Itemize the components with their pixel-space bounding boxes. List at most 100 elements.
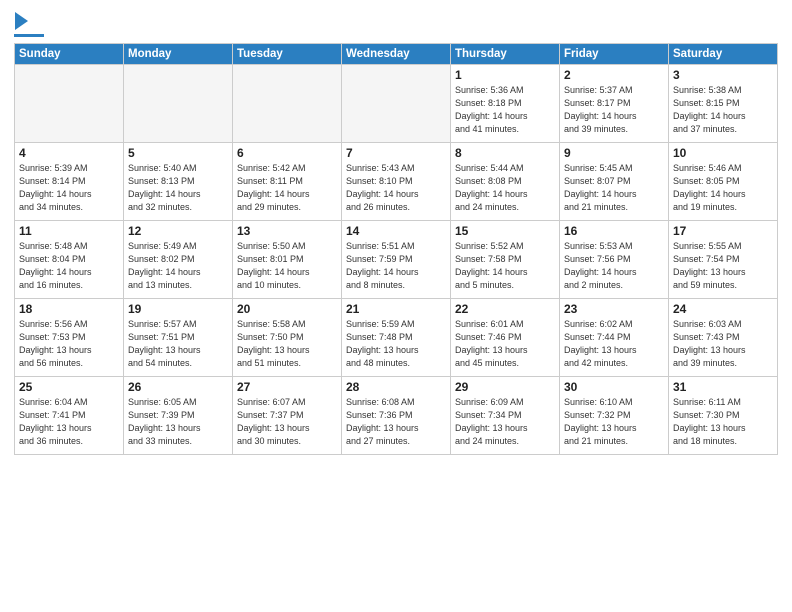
calendar-day-cell: 10 Sunrise: 5:46 AM Sunset: 8:05 PM Dayli…	[669, 143, 778, 221]
calendar-day-cell: 21 Sunrise: 5:59 AM Sunset: 7:48 PM Dayli…	[342, 299, 451, 377]
calendar-day-cell: 25 Sunrise: 6:04 AM Sunset: 7:41 PM Dayli…	[15, 377, 124, 455]
day-number: 22	[455, 302, 555, 316]
calendar-day-cell: 28 Sunrise: 6:08 AM Sunset: 7:36 PM Dayli…	[342, 377, 451, 455]
calendar-day-cell: 20Sunrise: 5:58 AM Sunset: 7:50 PM Dayli…	[233, 299, 342, 377]
calendar-day-cell: 30Sunrise: 6:10 AM Sunset: 7:32 PM Dayli…	[560, 377, 669, 455]
day-info: Sunrise: 5:58 AM Sunset: 7:50 PM Dayligh…	[237, 318, 337, 370]
day-info: Sunrise: 6:01 AM Sunset: 7:46 PM Dayligh…	[455, 318, 555, 370]
day-info: Sunrise: 5:53 AM Sunset: 7:56 PM Dayligh…	[564, 240, 664, 292]
calendar-day-cell: 13 Sunrise: 5:50 AM Sunset: 8:01 PM Dayli…	[233, 221, 342, 299]
day-number: 18	[19, 302, 119, 316]
day-info: Sunrise: 6:04 AM Sunset: 7:41 PM Dayligh…	[19, 396, 119, 448]
day-number: 23	[564, 302, 664, 316]
calendar-day-cell	[15, 65, 124, 143]
calendar-day-cell: 9 Sunrise: 5:45 AM Sunset: 8:07 PM Daylig…	[560, 143, 669, 221]
day-number: 10	[673, 146, 773, 160]
calendar-day-cell: 6Sunrise: 5:42 AM Sunset: 8:11 PM Daylig…	[233, 143, 342, 221]
logo-arrow-icon	[15, 12, 28, 30]
day-number: 13	[237, 224, 337, 238]
day-number: 17	[673, 224, 773, 238]
calendar-day-header: Monday	[124, 44, 233, 65]
day-info: Sunrise: 6:03 AM Sunset: 7:43 PM Dayligh…	[673, 318, 773, 370]
day-info: Sunrise: 6:09 AM Sunset: 7:34 PM Dayligh…	[455, 396, 555, 448]
day-number: 9	[564, 146, 664, 160]
day-number: 15	[455, 224, 555, 238]
day-info: Sunrise: 6:05 AM Sunset: 7:39 PM Dayligh…	[128, 396, 228, 448]
calendar-day-cell	[124, 65, 233, 143]
day-number: 25	[19, 380, 119, 394]
day-number: 8	[455, 146, 555, 160]
day-info: Sunrise: 5:48 AM Sunset: 8:04 PM Dayligh…	[19, 240, 119, 292]
day-info: Sunrise: 5:46 AM Sunset: 8:05 PM Dayligh…	[673, 162, 773, 214]
day-number: 6	[237, 146, 337, 160]
day-info: Sunrise: 5:49 AM Sunset: 8:02 PM Dayligh…	[128, 240, 228, 292]
header	[14, 10, 778, 37]
day-number: 7	[346, 146, 446, 160]
calendar-day-header: Tuesday	[233, 44, 342, 65]
day-info: Sunrise: 5:45 AM Sunset: 8:07 PM Dayligh…	[564, 162, 664, 214]
day-info: Sunrise: 5:38 AM Sunset: 8:15 PM Dayligh…	[673, 84, 773, 136]
day-number: 28	[346, 380, 446, 394]
calendar-week-row: 11 Sunrise: 5:48 AM Sunset: 8:04 PM Dayli…	[15, 221, 778, 299]
calendar-day-cell: 17 Sunrise: 5:55 AM Sunset: 7:54 PM Dayli…	[669, 221, 778, 299]
calendar-day-cell: 5Sunrise: 5:40 AM Sunset: 8:13 PM Daylig…	[124, 143, 233, 221]
calendar-day-cell: 4 Sunrise: 5:39 AM Sunset: 8:14 PM Daylig…	[15, 143, 124, 221]
calendar-week-row: 4 Sunrise: 5:39 AM Sunset: 8:14 PM Daylig…	[15, 143, 778, 221]
day-number: 26	[128, 380, 228, 394]
calendar-day-cell: 29Sunrise: 6:09 AM Sunset: 7:34 PM Dayli…	[451, 377, 560, 455]
calendar-day-header: Sunday	[15, 44, 124, 65]
day-info: Sunrise: 6:11 AM Sunset: 7:30 PM Dayligh…	[673, 396, 773, 448]
logo	[14, 14, 44, 37]
day-number: 4	[19, 146, 119, 160]
calendar-day-cell: 11 Sunrise: 5:48 AM Sunset: 8:04 PM Dayli…	[15, 221, 124, 299]
calendar-day-header: Saturday	[669, 44, 778, 65]
page: SundayMondayTuesdayWednesdayThursdayFrid…	[0, 0, 792, 612]
logo-underline	[14, 34, 44, 37]
day-info: Sunrise: 5:52 AM Sunset: 7:58 PM Dayligh…	[455, 240, 555, 292]
calendar-day-cell: 14 Sunrise: 5:51 AM Sunset: 7:59 PM Dayli…	[342, 221, 451, 299]
day-number: 12	[128, 224, 228, 238]
calendar-day-cell: 2Sunrise: 5:37 AM Sunset: 8:17 PM Daylig…	[560, 65, 669, 143]
day-info: Sunrise: 5:36 AM Sunset: 8:18 PM Dayligh…	[455, 84, 555, 136]
day-number: 11	[19, 224, 119, 238]
day-number: 5	[128, 146, 228, 160]
day-info: Sunrise: 5:44 AM Sunset: 8:08 PM Dayligh…	[455, 162, 555, 214]
day-info: Sunrise: 5:50 AM Sunset: 8:01 PM Dayligh…	[237, 240, 337, 292]
calendar-header-row: SundayMondayTuesdayWednesdayThursdayFrid…	[15, 44, 778, 65]
calendar-day-cell	[342, 65, 451, 143]
day-number: 27	[237, 380, 337, 394]
day-info: Sunrise: 6:07 AM Sunset: 7:37 PM Dayligh…	[237, 396, 337, 448]
calendar-week-row: 1Sunrise: 5:36 AM Sunset: 8:18 PM Daylig…	[15, 65, 778, 143]
day-info: Sunrise: 5:43 AM Sunset: 8:10 PM Dayligh…	[346, 162, 446, 214]
day-info: Sunrise: 6:02 AM Sunset: 7:44 PM Dayligh…	[564, 318, 664, 370]
day-info: Sunrise: 6:10 AM Sunset: 7:32 PM Dayligh…	[564, 396, 664, 448]
day-number: 31	[673, 380, 773, 394]
calendar-day-cell: 19Sunrise: 5:57 AM Sunset: 7:51 PM Dayli…	[124, 299, 233, 377]
day-number: 24	[673, 302, 773, 316]
day-number: 21	[346, 302, 446, 316]
day-info: Sunrise: 5:51 AM Sunset: 7:59 PM Dayligh…	[346, 240, 446, 292]
day-info: Sunrise: 5:39 AM Sunset: 8:14 PM Dayligh…	[19, 162, 119, 214]
calendar-day-cell: 3 Sunrise: 5:38 AM Sunset: 8:15 PM Daylig…	[669, 65, 778, 143]
calendar-day-cell: 27 Sunrise: 6:07 AM Sunset: 7:37 PM Dayli…	[233, 377, 342, 455]
day-info: Sunrise: 5:59 AM Sunset: 7:48 PM Dayligh…	[346, 318, 446, 370]
calendar-day-header: Friday	[560, 44, 669, 65]
calendar-day-cell: 23 Sunrise: 6:02 AM Sunset: 7:44 PM Dayli…	[560, 299, 669, 377]
calendar-day-cell: 24 Sunrise: 6:03 AM Sunset: 7:43 PM Dayli…	[669, 299, 778, 377]
day-info: Sunrise: 5:56 AM Sunset: 7:53 PM Dayligh…	[19, 318, 119, 370]
day-number: 14	[346, 224, 446, 238]
calendar-day-cell	[233, 65, 342, 143]
calendar-table: SundayMondayTuesdayWednesdayThursdayFrid…	[14, 43, 778, 455]
calendar-day-cell: 15 Sunrise: 5:52 AM Sunset: 7:58 PM Dayli…	[451, 221, 560, 299]
calendar-day-cell: 22 Sunrise: 6:01 AM Sunset: 7:46 PM Dayli…	[451, 299, 560, 377]
day-info: Sunrise: 5:55 AM Sunset: 7:54 PM Dayligh…	[673, 240, 773, 292]
calendar-day-cell: 8 Sunrise: 5:44 AM Sunset: 8:08 PM Daylig…	[451, 143, 560, 221]
day-info: Sunrise: 5:37 AM Sunset: 8:17 PM Dayligh…	[564, 84, 664, 136]
day-number: 3	[673, 68, 773, 82]
day-number: 19	[128, 302, 228, 316]
day-info: Sunrise: 6:08 AM Sunset: 7:36 PM Dayligh…	[346, 396, 446, 448]
calendar-day-cell: 7 Sunrise: 5:43 AM Sunset: 8:10 PM Daylig…	[342, 143, 451, 221]
calendar-day-cell: 18 Sunrise: 5:56 AM Sunset: 7:53 PM Dayli…	[15, 299, 124, 377]
calendar-week-row: 18 Sunrise: 5:56 AM Sunset: 7:53 PM Dayli…	[15, 299, 778, 377]
calendar-day-cell: 12 Sunrise: 5:49 AM Sunset: 8:02 PM Dayli…	[124, 221, 233, 299]
